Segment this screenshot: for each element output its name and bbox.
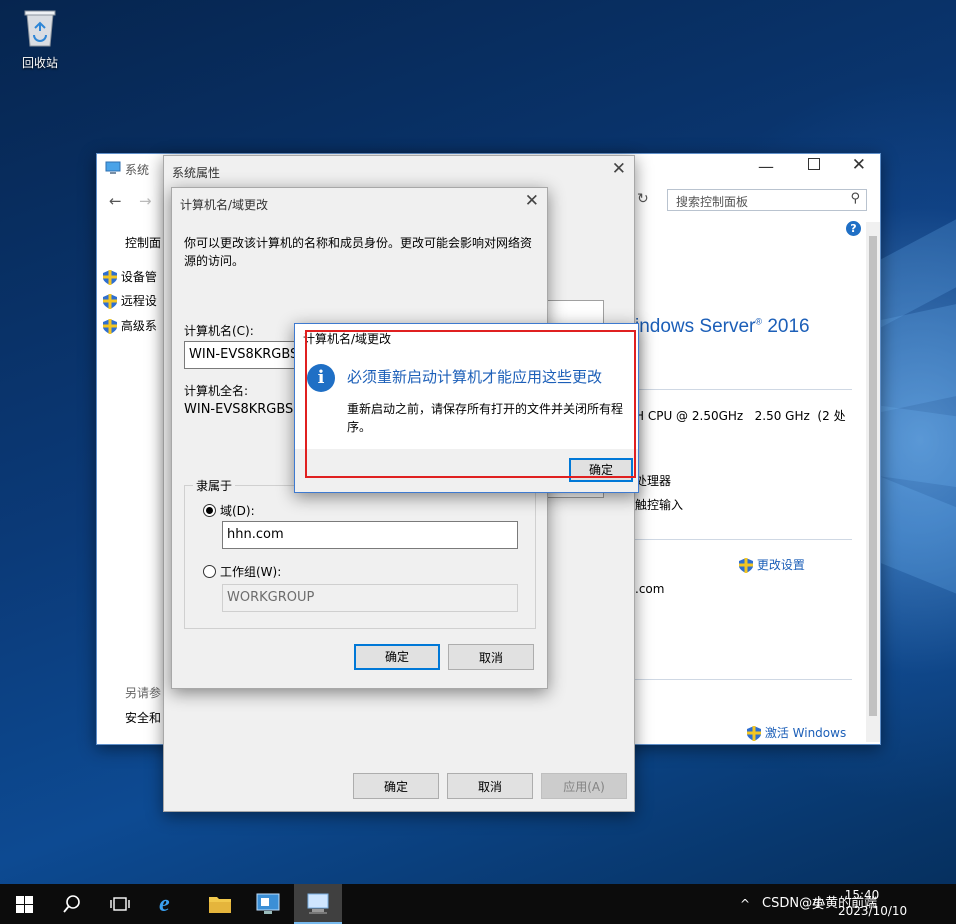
cpu-info: H CPU @ 2.50GHz 2.50 GHz (2 处	[635, 409, 846, 423]
change-settings-label: 更改设置	[756, 558, 805, 572]
taskbar-system-properties[interactable]	[294, 884, 342, 924]
scrollbar-thumb[interactable]	[869, 236, 877, 716]
see-also-heading: 另请参	[125, 686, 162, 700]
clock[interactable]: 15:40 2023/10/10	[838, 887, 908, 919]
recycle-bin-icon	[23, 8, 57, 48]
computer-name-dialog-title: 计算机名/域更改	[180, 198, 269, 212]
cancel-button[interactable]: 取消	[447, 773, 533, 799]
full-name-label: 计算机全名:	[184, 384, 249, 398]
refresh-icon[interactable]: ↻	[637, 191, 649, 207]
security-maintenance-link[interactable]: 安全和	[125, 709, 161, 726]
clock-time: 15:40	[844, 888, 880, 902]
shield-icon	[103, 270, 117, 285]
activate-windows-label: 激活 Windows	[764, 726, 847, 740]
nav-link-label: 高级系	[120, 319, 157, 333]
task-view-icon	[110, 897, 130, 911]
clock-date: 2023/10/10	[838, 904, 908, 918]
recycle-bin-label: 回收站	[21, 56, 58, 70]
taskbar-ie[interactable]: e	[148, 884, 196, 924]
member-of-label: 隶属于	[193, 477, 236, 494]
system-info-panel: indows Server® 2016 H CPU @ 2.50GHz 2.50…	[605, 224, 852, 744]
os-edition: indows Server® 2016	[635, 316, 810, 338]
nav-link-advanced-settings[interactable]: 高级系	[103, 317, 157, 334]
maximize-button[interactable]	[808, 158, 820, 170]
shield-icon	[747, 726, 761, 741]
system-window-icon	[105, 161, 121, 178]
control-panel-home-link[interactable]: 控制面	[125, 234, 161, 251]
workgroup-label: 工作组(W):	[220, 565, 282, 579]
domain-input[interactable]: hhn.com	[222, 521, 518, 549]
restart-message-box: 计算机名/域更改 i 必须重新启动计算机才能应用这些更改 重新启动之前，请保存所…	[294, 323, 639, 493]
message-box-title: 计算机名/域更改	[303, 332, 392, 346]
computer-name-label: 计算机名(C):	[184, 324, 254, 338]
control-panel-title: 系统	[125, 163, 150, 177]
close-button[interactable]: ✕	[852, 155, 866, 175]
ok-button[interactable]: 确定	[354, 644, 440, 670]
nav-link-label: 设备管	[120, 270, 157, 284]
input-language[interactable]: 英	[812, 884, 824, 924]
shield-icon	[103, 319, 117, 334]
start-button[interactable]	[0, 884, 48, 924]
search-box[interactable]: 搜索控制面板 ⚲	[667, 189, 867, 211]
cancel-button[interactable]: 取消	[448, 644, 534, 670]
server-manager-icon	[256, 893, 280, 914]
nav-link-remote-settings[interactable]: 远程设	[103, 292, 157, 309]
os-name: indows Server	[635, 316, 756, 337]
os-trademark: ®	[755, 316, 763, 327]
close-button[interactable]: ✕	[525, 191, 539, 211]
touch-info: 触控输入	[635, 498, 684, 512]
change-settings-link[interactable]: 更改设置	[739, 556, 805, 573]
info-icon: i	[307, 364, 335, 392]
computer-icon	[307, 893, 329, 914]
shield-icon	[739, 558, 753, 573]
tray-overflow-chevron-icon[interactable]: ^	[740, 884, 750, 924]
full-name-value: WIN-EVS8KRGBS3	[184, 402, 302, 417]
message-body: 重新启动之前，请保存所有打开的文件并关闭所有程序。	[347, 402, 624, 434]
processor-info: 处理器	[635, 474, 672, 488]
member-of-group: 隶属于 域(D): hhn.com 工作组(W): WORKGROUP	[184, 477, 536, 629]
shield-icon	[103, 294, 117, 309]
scrollbar[interactable]	[866, 222, 880, 742]
control-panel-left-nav: 控制面 设备管 远程设 高级系 另请参 安全和	[97, 184, 171, 744]
workgroup-radio[interactable]	[203, 565, 216, 578]
divider	[635, 679, 852, 680]
system-properties-title: 系统属性	[172, 166, 221, 180]
activate-windows-link[interactable]: 激活 Windows	[747, 724, 846, 741]
domain-label: 域(D):	[220, 504, 255, 518]
description-text: 你可以更改该计算机的名称和成员身份。更改可能会影响对网络资源的访问。	[184, 236, 533, 268]
close-button[interactable]: ✕	[612, 159, 626, 179]
nav-link-label: 远程设	[120, 294, 157, 308]
workgroup-input[interactable]: WORKGROUP	[222, 584, 518, 612]
ok-button[interactable]: 确定	[353, 773, 439, 799]
task-view-button[interactable]	[96, 884, 144, 924]
divider	[635, 539, 852, 540]
windows-logo-icon	[16, 896, 33, 913]
taskbar: e ^ CSDN@小黄的前端 英 15:40 2023/10/10	[0, 884, 956, 924]
search-taskbar-button[interactable]	[48, 884, 96, 924]
domain-radio[interactable]	[203, 504, 216, 517]
search-icon	[63, 895, 80, 913]
internet-explorer-icon: e	[159, 891, 170, 917]
minimize-button[interactable]: —	[758, 157, 774, 176]
recycle-bin-shortcut[interactable]: 回收站	[12, 8, 68, 71]
nav-link-device-manager[interactable]: 设备管	[103, 268, 157, 285]
divider	[635, 389, 852, 390]
taskbar-file-explorer[interactable]	[196, 884, 244, 924]
taskbar-server-manager[interactable]	[244, 884, 292, 924]
folder-icon	[209, 897, 231, 913]
search-input[interactable]: 搜索控制面板	[676, 193, 748, 210]
message-heading: 必须重新启动计算机才能应用这些更改	[347, 368, 603, 386]
domain-info: .com	[635, 582, 665, 596]
apply-button[interactable]: 应用(A)	[541, 773, 627, 799]
search-icon: ⚲	[850, 191, 860, 206]
os-version: 2016	[767, 316, 810, 337]
ok-button[interactable]: 确定	[569, 458, 633, 482]
